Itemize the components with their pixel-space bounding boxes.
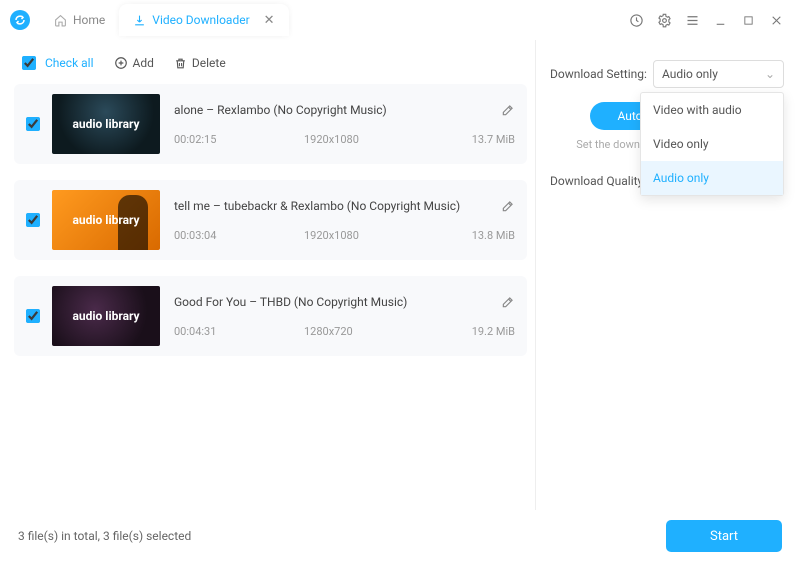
titlebar: Home Video Downloader ✕: [0, 0, 800, 40]
thumb-text: audio library: [72, 117, 139, 131]
tab-home-label: Home: [73, 13, 105, 27]
check-all-label: Check all: [45, 56, 94, 70]
dropdown-option[interactable]: Audio only: [641, 161, 783, 195]
download-quality-label: Download Quality:: [550, 174, 646, 188]
item-checkbox[interactable]: [26, 117, 40, 131]
download-setting-select[interactable]: Audio only ⌄: [653, 60, 784, 88]
list-item[interactable]: audio library tell me – tubebackr & Rexl…: [14, 180, 527, 260]
check-all-checkbox[interactable]: [22, 56, 36, 70]
auto-label: Auto: [617, 109, 642, 123]
list-item[interactable]: audio library Good For You – THBD (No Co…: [14, 276, 527, 356]
thumb-text: audio library: [72, 213, 139, 227]
video-duration: 00:04:31: [174, 325, 304, 338]
download-setting-dropdown: Video with audioVideo onlyAudio only: [640, 92, 784, 196]
settings-panel: Download Setting: Audio only ⌄ Auto Set …: [535, 40, 790, 510]
window-close-icon[interactable]: [764, 8, 788, 32]
start-label: Start: [710, 529, 738, 544]
video-thumbnail: audio library: [52, 94, 160, 154]
settings-icon[interactable]: [652, 8, 676, 32]
download-icon: [133, 14, 146, 27]
menu-icon[interactable]: [680, 8, 704, 32]
history-icon[interactable]: [624, 8, 648, 32]
window-minimize-icon[interactable]: [708, 8, 732, 32]
tab-home[interactable]: Home: [40, 4, 119, 36]
start-button[interactable]: Start: [666, 520, 782, 552]
video-resolution: 1280x720: [304, 325, 445, 338]
dropdown-option[interactable]: Video only: [641, 127, 783, 161]
video-duration: 00:02:15: [174, 133, 304, 146]
add-button[interactable]: Add: [114, 56, 154, 70]
video-thumbnail: audio library: [52, 286, 160, 346]
edit-icon[interactable]: [501, 295, 515, 309]
video-thumbnail: audio library: [52, 190, 160, 250]
video-title: Good For You – THBD (No Copyright Music): [174, 295, 407, 309]
video-list: audio library alone – Rexlambo (No Copyr…: [14, 84, 527, 356]
home-icon: [54, 14, 67, 27]
dropdown-option[interactable]: Video with audio: [641, 93, 783, 127]
video-title: tell me – tubebackr & Rexlambo (No Copyr…: [174, 199, 460, 213]
item-checkbox[interactable]: [26, 309, 40, 323]
download-setting-label: Download Setting:: [550, 67, 647, 81]
list-item[interactable]: audio library alone – Rexlambo (No Copyr…: [14, 84, 527, 164]
add-label: Add: [133, 56, 154, 70]
main-panel: Check all Add Delete audio library alone…: [10, 40, 527, 510]
video-resolution: 1920x1080: [304, 229, 445, 242]
trash-icon: [174, 57, 187, 70]
check-all-button[interactable]: Check all: [22, 56, 94, 70]
chevron-down-icon: ⌄: [765, 67, 775, 81]
footer-status: 3 file(s) in total, 3 file(s) selected: [18, 529, 191, 543]
window-maximize-icon[interactable]: [736, 8, 760, 32]
video-resolution: 1920x1080: [304, 133, 445, 146]
video-size: 13.8 MiB: [445, 229, 515, 242]
edit-icon[interactable]: [501, 103, 515, 117]
delete-button[interactable]: Delete: [174, 56, 226, 70]
video-title: alone – Rexlambo (No Copyright Music): [174, 103, 387, 117]
tab-downloader-label: Video Downloader: [152, 13, 249, 27]
download-setting-value: Audio only: [662, 67, 718, 81]
edit-icon[interactable]: [501, 199, 515, 213]
tab-video-downloader[interactable]: Video Downloader ✕: [119, 4, 288, 36]
thumb-text: audio library: [72, 309, 139, 323]
video-duration: 00:03:04: [174, 229, 304, 242]
item-checkbox[interactable]: [26, 213, 40, 227]
video-size: 13.7 MiB: [445, 133, 515, 146]
delete-label: Delete: [192, 56, 226, 70]
plus-circle-icon: [114, 56, 128, 70]
tab-close-icon[interactable]: ✕: [264, 13, 275, 28]
footer: 3 file(s) in total, 3 file(s) selected S…: [0, 510, 800, 562]
video-size: 19.2 MiB: [445, 325, 515, 338]
list-toolbar: Check all Add Delete: [14, 50, 527, 84]
app-logo: [10, 10, 30, 30]
